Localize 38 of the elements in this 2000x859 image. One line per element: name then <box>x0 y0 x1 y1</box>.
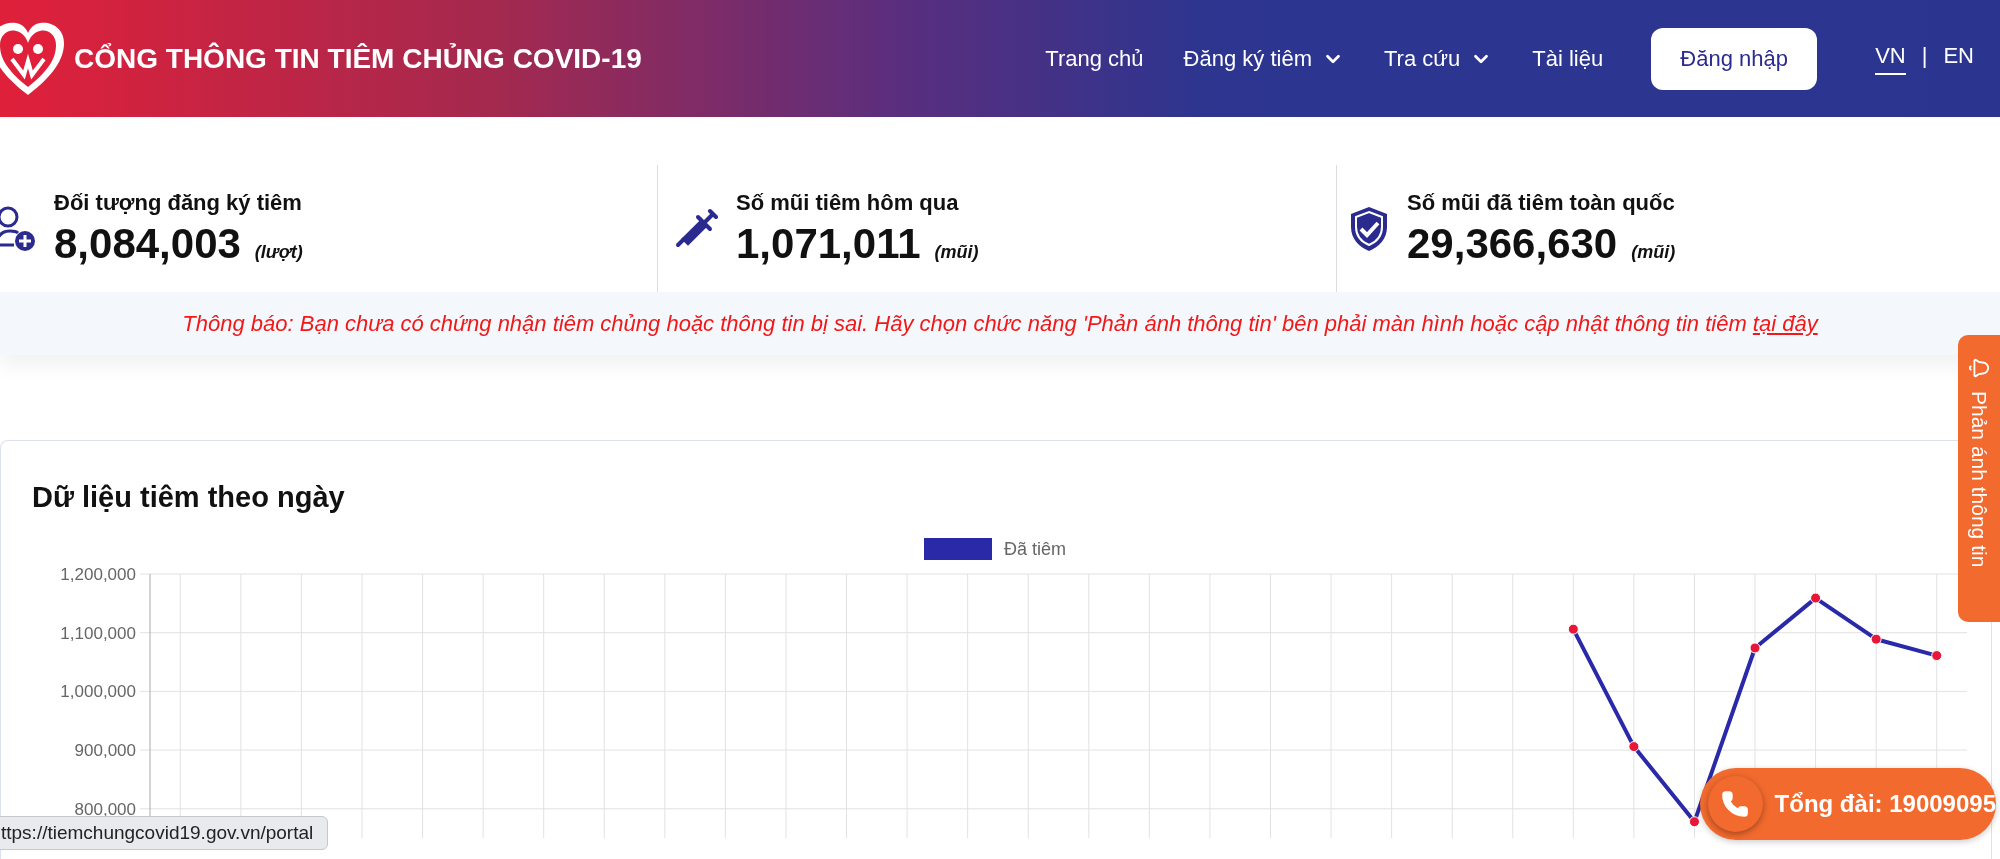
data-point <box>1870 633 1882 645</box>
stat-label: Số mũi tiêm hôm qua <box>736 189 960 216</box>
nav-link[interactable]: Đăng ký tiêm <box>1183 45 1344 72</box>
phone-icon <box>1708 776 1763 832</box>
data-point <box>1749 642 1761 654</box>
stat-value: 8,084,003 <box>54 219 241 268</box>
axis-tick-label: 1,000,000 <box>60 682 136 702</box>
legend-label: Đã tiêm <box>1004 538 1066 560</box>
status-url: ttps://tiemchungcovid19.gov.vn/portal <box>0 816 329 850</box>
axis-tick-label: 1,100,000 <box>60 623 136 643</box>
login-button[interactable]: Đăng nhập <box>1651 27 1818 90</box>
bell-icon <box>1968 357 1990 379</box>
notice-text: Thông báo: Bạn chưa có chứng nhận tiêm chủng hoặc thông tin bị sai. Hãy chọn chức năng 'Phản ánh thông tin' bên phải màn hình hoặc cập nhật thông tin tiêm tại đây <box>182 310 1818 337</box>
nav-link[interactable]: Tra cứu <box>1383 45 1493 72</box>
notice-link[interactable]: tại đây <box>1752 310 1818 336</box>
stat-unit: (lượt) <box>254 241 303 263</box>
stat-label: Đối tượng đăng ký tiêm <box>54 189 303 216</box>
axis-tick-label: 800,000 <box>74 799 136 819</box>
data-point <box>1688 816 1700 828</box>
stat-unit: (mũi) <box>1631 241 1676 263</box>
nav-link[interactable]: Tài liệu <box>1532 45 1604 72</box>
language-link[interactable]: VN <box>1875 42 1906 75</box>
data-point <box>1931 650 1943 662</box>
data-point <box>1628 741 1640 753</box>
axis-tick-label: 900,000 <box>74 741 136 761</box>
data-point <box>1810 592 1822 604</box>
language-link[interactable]: EN <box>1943 42 1974 75</box>
stat-unit: (mũi) <box>934 241 979 263</box>
stat-label: Số mũi đã tiêm toàn quốc <box>1407 189 1676 216</box>
stat-value: 29,366,630 <box>1407 219 1618 268</box>
chart-title: Dữ liệu tiêm theo ngày <box>32 481 345 514</box>
axis-tick-label: 1,200,000 <box>60 565 136 584</box>
data-point <box>1567 623 1579 635</box>
site-title: CỔNG THÔNG TIN TIÊM CHỦNG COVID-19 <box>74 42 642 75</box>
shield-check-icon <box>1349 204 1389 253</box>
language-separator: | <box>1921 42 1928 70</box>
nav-link[interactable]: Trang chủ <box>1045 45 1144 72</box>
stat-value: 1,071,011 <box>736 219 921 268</box>
